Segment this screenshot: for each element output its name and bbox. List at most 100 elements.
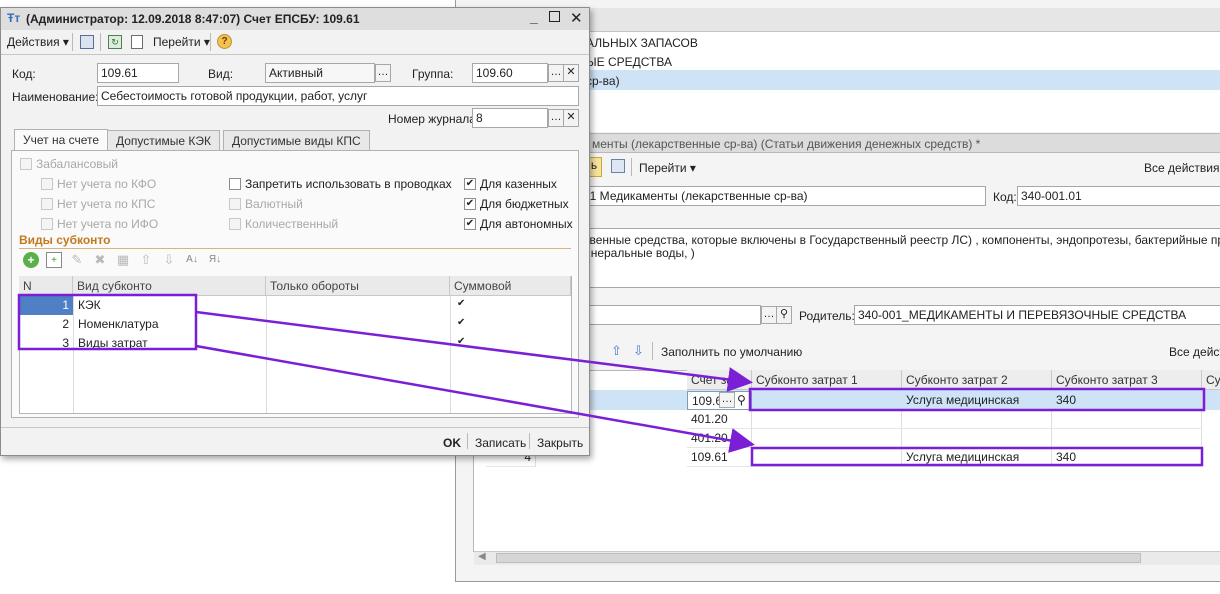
- grid-cell[interactable]: [902, 429, 1052, 448]
- maximize-icon[interactable]: [549, 11, 560, 22]
- bg-all-actions-menu[interactable]: Все действия ▾: [1144, 161, 1220, 175]
- tab-allowed-kek[interactable]: Допустимые КЭК: [107, 130, 220, 150]
- kind-select-button[interactable]: …: [375, 64, 391, 82]
- grid-header[interactable]: Субконто затрат 3: [1052, 370, 1202, 390]
- grid-cell[interactable]: [752, 429, 902, 448]
- close-icon[interactable]: ✕: [570, 9, 583, 27]
- grid-cell[interactable]: [902, 410, 1052, 429]
- grid-cell[interactable]: 340: [1052, 448, 1202, 467]
- grid-cell[interactable]: [1052, 410, 1202, 429]
- actions-menu[interactable]: Действия ▾: [7, 35, 69, 49]
- forbid-postings-checkbox[interactable]: [229, 178, 241, 190]
- copy-icon[interactable]: +: [46, 252, 62, 268]
- fill-default-button[interactable]: Заполнить по умолчанию: [661, 345, 802, 359]
- sum-check-icon[interactable]: ✔: [453, 315, 469, 334]
- sum-check-icon[interactable]: ✔: [453, 334, 469, 353]
- journal-select-button[interactable]: …: [548, 109, 564, 127]
- treasury-checkbox[interactable]: ✔: [464, 178, 476, 190]
- bg-search-field[interactable]: [579, 305, 761, 325]
- table-row-kind[interactable]: КЭК: [74, 296, 105, 315]
- grid-cell[interactable]: [1052, 429, 1202, 448]
- table-row-index[interactable]: 1: [20, 296, 73, 315]
- no-kps-checkbox[interactable]: [41, 198, 53, 210]
- kind-field[interactable]: Активный: [265, 63, 375, 83]
- document-icon[interactable]: [131, 35, 143, 49]
- group-field[interactable]: 109.60: [472, 63, 548, 83]
- sum-check-icon[interactable]: ✔: [453, 296, 469, 315]
- add-icon[interactable]: +: [23, 252, 39, 268]
- table-header-kind[interactable]: Вид субконто: [73, 276, 266, 296]
- bg-name-field[interactable]: 01 Медикаменты (лекарственные ср-ва): [579, 186, 986, 206]
- grid-cell[interactable]: [752, 448, 902, 467]
- floppy-icon[interactable]: [611, 159, 625, 173]
- group-select-button[interactable]: …: [548, 64, 564, 82]
- grid-header[interactable]: Субконто затрат 2: [902, 370, 1052, 390]
- no-kfo-checkbox[interactable]: [41, 178, 53, 190]
- edit-icon[interactable]: ✎: [69, 252, 85, 268]
- move-down-icon[interactable]: ⇩: [161, 252, 177, 268]
- journal-field[interactable]: 8: [472, 108, 548, 128]
- table-row-index[interactable]: 3: [20, 334, 73, 353]
- table-header-n[interactable]: N: [19, 276, 73, 296]
- help-icon[interactable]: ?: [217, 34, 232, 49]
- autonomous-checkbox[interactable]: ✔: [464, 218, 476, 230]
- group-clear-icon[interactable]: ✕: [563, 64, 579, 82]
- table-icon[interactable]: ▦: [115, 252, 131, 268]
- code-field[interactable]: 109.61: [97, 63, 179, 83]
- save-button[interactable]: Записать: [475, 436, 526, 450]
- currency-checkbox[interactable]: [229, 198, 241, 210]
- table-row-index[interactable]: 2: [20, 315, 73, 334]
- delete-icon[interactable]: ✖: [92, 252, 108, 268]
- bg-goto-menu[interactable]: Перейти ▾: [639, 161, 696, 175]
- bg-list-item[interactable]: ЫЕ СРЕДСТВА: [586, 55, 672, 69]
- bg-list-item[interactable]: АЛЬНЫХ ЗАПАСОВ: [586, 36, 698, 50]
- budget-checkbox[interactable]: ✔: [464, 198, 476, 210]
- scroll-left-icon[interactable]: ◀: [478, 551, 486, 562]
- quantity-checkbox[interactable]: [229, 218, 241, 230]
- bg-code-field[interactable]: 340-001.01: [1017, 186, 1220, 206]
- minimize-icon[interactable]: _: [530, 9, 538, 25]
- bg-select-button[interactable]: …: [761, 306, 777, 324]
- grid-cell[interactable]: [752, 410, 902, 429]
- goto-menu[interactable]: Перейти ▾: [153, 35, 210, 49]
- refresh-icon[interactable]: ↻: [108, 35, 122, 49]
- grid-cell[interactable]: Услуга медицинская: [902, 448, 1052, 467]
- move-up-icon[interactable]: ⇧: [611, 343, 622, 359]
- grid-header[interactable]: Суб: [1202, 370, 1220, 390]
- dialog-title-bar[interactable]: Ŧт (Администратор: 12.09.2018 8:47:07) С…: [1, 8, 589, 30]
- tab-allowed-kps[interactable]: Допустимые виды КПС: [223, 130, 370, 150]
- bg-list-item[interactable]: ср-ва): [586, 74, 620, 88]
- offbalance-checkbox[interactable]: [20, 158, 32, 170]
- journal-label: Номер журнала:: [388, 112, 480, 126]
- table-header-turnover[interactable]: Только обороты: [266, 276, 450, 296]
- grid-cell[interactable]: Услуга медицинская: [902, 391, 1052, 410]
- move-down-icon[interactable]: ⇩: [633, 343, 644, 359]
- sort-asc-icon[interactable]: A↓: [184, 252, 200, 268]
- select-button[interactable]: …: [719, 392, 735, 408]
- account-dialog: Ŧт (Администратор: 12.09.2018 8:47:07) С…: [0, 7, 590, 456]
- scrollbar-thumb[interactable]: [496, 553, 1141, 563]
- table-header-sum[interactable]: Суммовой: [450, 276, 571, 296]
- grid-cell[interactable]: 340: [1052, 391, 1202, 410]
- tab-account-accounting[interactable]: Учет на счете: [14, 129, 109, 151]
- close-button[interactable]: Закрыть: [537, 436, 583, 450]
- grid-cell[interactable]: 401.20: [687, 429, 752, 448]
- grid-cell[interactable]: 109.61: [687, 448, 752, 467]
- table-row-kind[interactable]: Виды затрат: [74, 334, 152, 353]
- no-ifo-checkbox[interactable]: [41, 218, 53, 230]
- name-field[interactable]: Себестоимость готовой продукции, работ, …: [97, 86, 579, 106]
- bg-parent-label: Родитель:: [799, 309, 855, 323]
- search-icon[interactable]: ⚲: [737, 393, 746, 407]
- bg-parent-field[interactable]: 340-001_МЕДИКАМЕНТЫ И ПЕРЕВЯЗОЧНЫЕ СРЕДС…: [854, 305, 1220, 325]
- journal-clear-icon[interactable]: ✕: [563, 109, 579, 127]
- save-close-icon[interactable]: [80, 35, 94, 49]
- sort-desc-icon[interactable]: Я↓: [207, 252, 223, 268]
- ok-button[interactable]: OK: [443, 436, 461, 450]
- grid-cell[interactable]: 401.20: [687, 410, 752, 429]
- grid-header[interactable]: Субконто затрат 1: [752, 370, 902, 390]
- bg-all-actions-menu[interactable]: Все дейст: [1169, 345, 1220, 359]
- grid-header[interactable]: Счет затр: [687, 370, 752, 390]
- search-icon[interactable]: ⚲: [776, 306, 792, 324]
- table-row-kind[interactable]: Номенклатура: [74, 315, 163, 334]
- move-up-icon[interactable]: ⇧: [138, 252, 154, 268]
